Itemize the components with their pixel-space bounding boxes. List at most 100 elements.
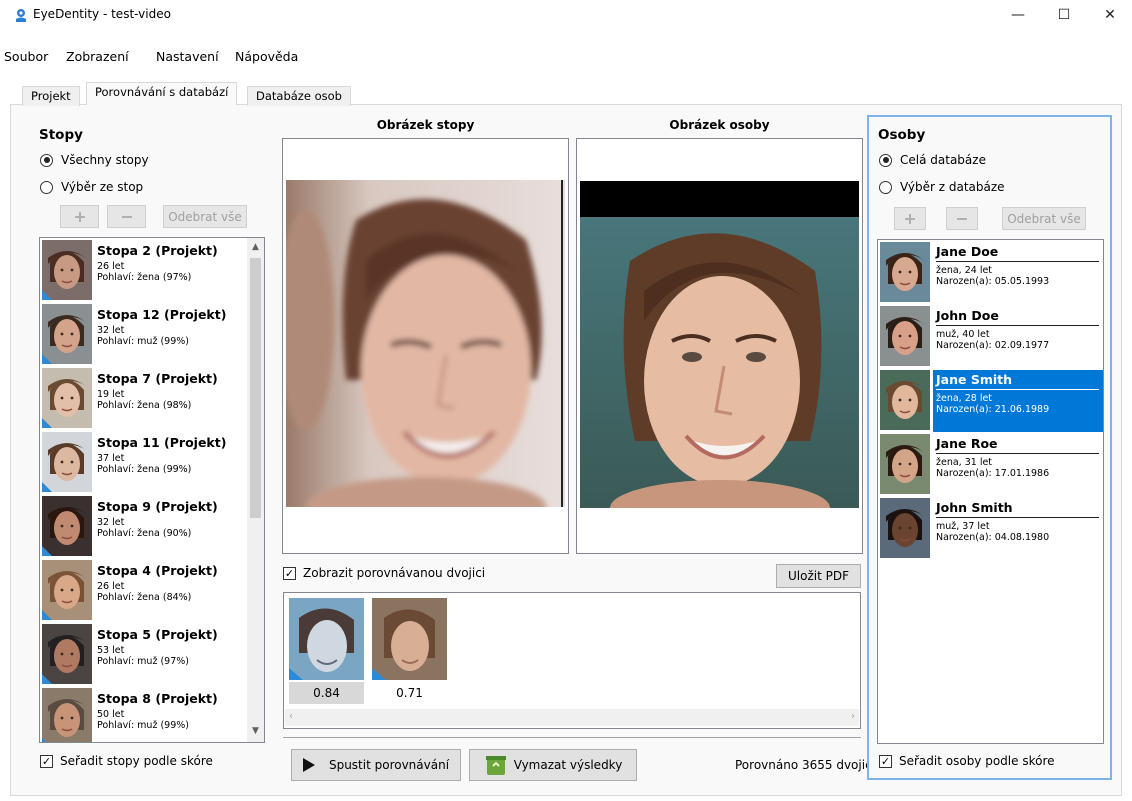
track-list-item[interactable]: Stopa 4 (Projekt) 26 let Pohlaví: žena (84… [40,558,245,622]
show-pair-checkbox[interactable]: ✓ Zobrazit porovnávanou dvojici [283,566,485,580]
person-info: žena, 24 let [936,265,993,276]
radio-indicator[interactable] [879,180,892,194]
checkbox-indicator[interactable]: ✓ [283,566,296,580]
track-gender: Pohlaví: muž (97%) [97,656,189,667]
remove-person-button[interactable] [946,207,978,230]
tracks-list[interactable]: Stopa 8 (Projekt) 50 let Pohlaví: muž (99%… [39,237,265,743]
radio-select-database[interactable]: Výběr z databáze [879,180,1005,194]
person-image-frame [576,138,863,554]
radio-select-database-label: Výběr z databáze [900,180,1005,194]
person-birthdate: Narozen(a): 04.08.1980 [936,532,1050,543]
track-image-title: Obrázek stopy [376,118,475,132]
face-thumbnail-image [42,368,92,428]
person-birthdate: Narozen(a): 21.06.1989 [936,404,1050,415]
add-icon [905,213,915,224]
minimize-button[interactable]: — [995,0,1041,30]
remove-track-button[interactable] [107,205,146,228]
track-gender: Pohlaví: žena (98%) [97,400,192,411]
person-thumbnail [880,434,930,494]
face-thumbnail-image [880,434,930,494]
person-list-item[interactable]: John Doe muž, 40 let Narozen(a): 02.09.197… [878,304,1103,368]
name-underline [936,453,1099,454]
scroll-down-arrow-icon[interactable]: ▼ [247,726,264,736]
track-thumbnail [42,304,92,364]
sort-persons-label: Seřadit osoby podle skóre [899,754,1055,768]
track-list-item[interactable]: Stopa 7 (Projekt) 19 let Pohlaví: žena (98… [40,366,245,430]
person-list-item[interactable]: Jane Doe žena, 24 let Narozen(a): 05.05.19… [878,240,1103,304]
track-list-item[interactable]: Stopa 2 (Projekt) 26 let Pohlaví: žena (97… [40,238,245,302]
radio-indicator[interactable] [40,180,53,194]
tab-porovnavani[interactable]: Porovnávání s databází [86,82,238,105]
track-list-item[interactable]: Stopa 8 (Projekt) 50 let Pohlaví: muž (99%… [40,686,245,742]
face-thumbnail-image [880,498,930,558]
save-pdf-button[interactable]: Uložit PDF [776,564,861,588]
remove-all-tracks-button[interactable]: Odebrat vše [163,205,247,228]
close-button[interactable]: ✕ [1087,0,1132,30]
pair-thumb-2[interactable] [372,598,447,680]
person-thumbnail [880,370,930,430]
sort-tracks-label: Seřadit stopy podle skóre [60,754,213,768]
radio-indicator[interactable] [879,153,892,167]
track-age: 19 let [97,389,125,400]
pair-face-image [372,598,447,680]
person-info: muž, 37 let [936,521,990,532]
menu-napoveda[interactable]: Nápověda [235,49,298,64]
show-pair-label: Zobrazit porovnávanou dvojici [303,566,486,580]
checkbox-indicator[interactable]: ✓ [879,754,892,768]
sort-tracks-checkbox[interactable]: ✓ Seřadit stopy podle skóre [40,754,213,768]
scrollbar-thumb[interactable] [250,258,261,518]
sort-persons-checkbox[interactable]: ✓ Seřadit osoby podle skóre [879,754,1055,768]
person-info: žena, 31 let [936,457,993,468]
track-list-item[interactable]: Stopa 12 (Projekt) 32 let Pohlaví: muž (99… [40,302,245,366]
person-name: Jane Smith [936,372,1013,387]
person-name: John Smith [936,500,1013,515]
track-list-item[interactable]: Stopa 11 (Projekt) 37 let Pohlaví: žena (9… [40,430,245,494]
track-title: Stopa 5 (Projekt) [97,627,218,642]
menu-zobrazeni[interactable]: Zobrazení [66,49,129,64]
person-list-item[interactable]: Jane Roe žena, 31 let Narozen(a): 17.01.19… [878,432,1103,496]
person-list-item[interactable]: John Smith muž, 37 let Narozen(a): 04.08.1… [878,496,1103,560]
menu-nastaveni[interactable]: Nastavení [156,49,219,64]
pair-score-2: 0.71 [396,686,423,700]
tab-projekt[interactable]: Projekt [22,86,80,106]
add-track-button[interactable] [60,205,99,228]
face-thumbnail-image [42,624,92,684]
radio-select-tracks[interactable]: Výběr ze stop [40,180,143,194]
remove-all-persons-button[interactable]: Odebrat vše [1002,207,1086,230]
add-icon [74,211,85,222]
pair-thumb-1[interactable] [289,598,364,680]
add-person-button[interactable] [894,207,926,230]
menu-soubor[interactable]: Soubor [4,49,48,64]
track-age: 37 let [97,453,125,464]
track-age: 50 let [97,709,125,720]
radio-whole-database[interactable]: Celá databáze [879,153,986,167]
scroll-up-arrow-icon[interactable]: ▲ [247,242,264,252]
scroll-right-arrow-icon[interactable]: › [851,711,855,722]
person-list-item[interactable]: Jane Smith žena, 28 let Narozen(a): 21.06.… [878,368,1103,432]
run-comparison-button[interactable]: Spustit porovnávání [291,749,461,781]
persons-list[interactable]: Jane Doe žena, 24 let Narozen(a): 05.05.19… [877,239,1104,744]
track-list-item[interactable]: Stopa 5 (Projekt) 53 let Pohlaví: muž (97%… [40,622,245,686]
track-age: 26 let [97,581,125,592]
track-title: Stopa 4 (Projekt) [97,563,218,578]
checkbox-indicator[interactable]: ✓ [40,754,53,768]
maximize-button[interactable]: ☐ [1041,0,1087,30]
pairs-hscrollbar[interactable]: ‹ › [285,709,859,726]
window-title: EyeDentity - test-video [33,7,171,21]
radio-indicator[interactable] [40,153,53,167]
scroll-left-arrow-icon[interactable]: ‹ [289,711,293,722]
person-info: žena, 28 let [936,393,993,404]
track-gender: Pohlaví: muž (99%) [97,720,189,731]
name-underline [936,389,1099,390]
track-gender: Pohlaví: muž (99%) [97,336,189,347]
radio-all-tracks[interactable]: Všechny stopy [40,153,149,167]
clear-results-button[interactable]: Vymazat výsledky [469,749,637,781]
run-comparison-label: Spustit porovnávání [328,758,450,772]
face-thumbnail-image [880,242,930,302]
compared-pairs-box[interactable]: 0.84 0.71 ‹ › [283,592,861,729]
track-list-item[interactable]: Stopa 9 (Projekt) 32 let Pohlaví: žena (90… [40,494,245,558]
track-age: 32 let [97,325,125,336]
tab-databaze-osob[interactable]: Databáze osob [247,86,351,106]
remove-icon [121,215,132,218]
tracks-scrollbar[interactable]: ▲ ▼ [247,238,264,742]
